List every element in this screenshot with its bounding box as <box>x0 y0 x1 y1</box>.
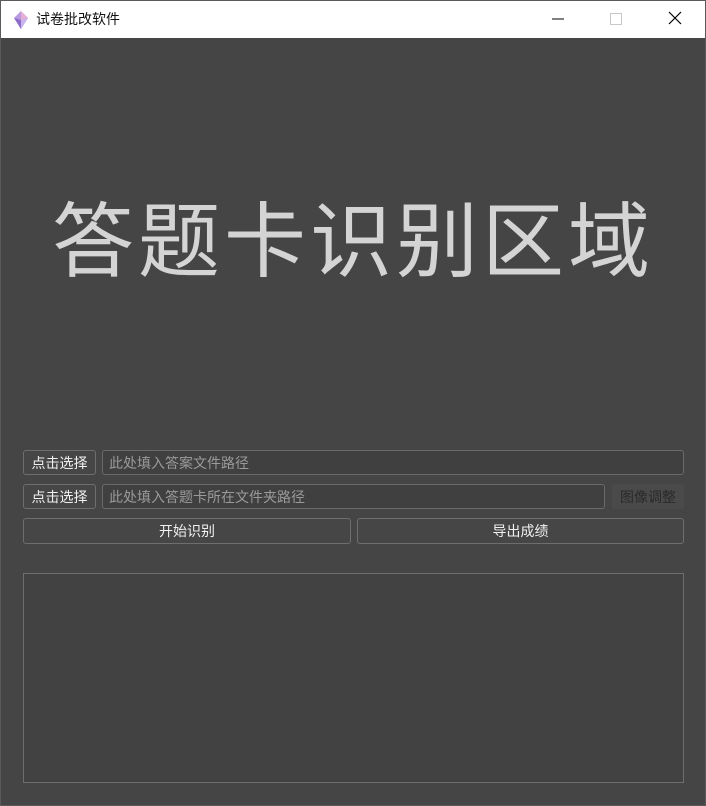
answer-file-path-placeholder: 此处填入答案文件路径 <box>109 455 249 472</box>
minimize-button[interactable] <box>529 1 587 38</box>
maximize-icon <box>610 10 622 29</box>
close-icon <box>668 10 682 29</box>
answer-card-recognition-area: 答题卡识别区域 <box>51 195 654 290</box>
cards-folder-path-placeholder: 此处填入答题卡所在文件夹路径 <box>109 489 305 506</box>
window-title: 试卷批改软件 <box>36 12 120 28</box>
title-bar[interactable]: 试卷批改软件 <box>1 1 705 38</box>
maximize-button[interactable] <box>587 1 645 38</box>
image-adjust-button[interactable]: 图像调整 <box>612 484 684 509</box>
select-answer-file-button[interactable]: 点击选择 <box>23 450 96 475</box>
answer-file-path-input[interactable]: 此处填入答案文件路径 <box>102 450 684 475</box>
app-window: 试卷批改软件 答题卡识别区域 点击选择 此处填入答案文件路径 点击选择 此处填入 <box>0 0 706 806</box>
app-icon <box>11 10 31 30</box>
select-cards-folder-button[interactable]: 点击选择 <box>23 484 96 509</box>
cards-folder-path-input[interactable]: 此处填入答题卡所在文件夹路径 <box>102 484 605 509</box>
export-scores-button[interactable]: 导出成绩 <box>357 518 684 544</box>
minimize-icon <box>552 10 564 29</box>
output-text-area[interactable] <box>23 573 684 783</box>
close-button[interactable] <box>646 1 704 38</box>
start-recognition-button[interactable]: 开始识别 <box>23 518 351 544</box>
